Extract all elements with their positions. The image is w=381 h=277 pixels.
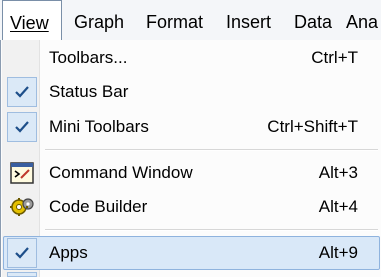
menu-format[interactable]: Format: [146, 0, 203, 40]
menu-item-command-window-label: Command Window: [49, 163, 193, 182]
menu-bar: View Graph Format Insert Data Ana: [0, 0, 381, 41]
view-dropdown-menu: Toolbars... Ctrl+T Status Bar Mini Toolb…: [0, 40, 381, 277]
checkmark-icon: [7, 272, 37, 277]
menu-item-apps-shortcut: Alt+9: [318, 243, 358, 262]
menu-graph[interactable]: Graph: [74, 0, 124, 40]
menu-item-mini-toolbars-shortcut: Ctrl+Shift+T: [267, 117, 358, 136]
menu-format-label: Format: [146, 12, 204, 32]
menu-separator: [45, 229, 378, 231]
menu-data-label: Data: [294, 12, 333, 32]
menu-item-code-builder-shortcut: Alt+4: [318, 197, 358, 216]
menu-item-command-window-shortcut: Alt+3: [318, 163, 358, 182]
menu-graph-label: Graph: [74, 12, 125, 32]
menu-item-status-bar-label: Status Bar: [49, 82, 129, 101]
code-builder-icon: [9, 195, 35, 219]
menu-item-mini-toolbars-label: Mini Toolbars: [49, 117, 149, 136]
menu-item-apps-label: Apps: [49, 243, 88, 262]
checkmark-icon: [7, 77, 37, 107]
menu-insert[interactable]: Insert: [226, 0, 271, 40]
menu-item-apps[interactable]: Apps Alt+9: [3, 236, 380, 270]
menu-item-partial[interactable]: [3, 272, 380, 277]
menu-analysis[interactable]: Ana: [346, 0, 378, 40]
menu-data[interactable]: Data: [294, 0, 332, 40]
menu-analysis-label: Ana: [346, 12, 379, 32]
menu-item-code-builder-label: Code Builder: [49, 197, 148, 216]
menu-view[interactable]: View: [2, 0, 62, 40]
menu-item-code-builder[interactable]: Code Builder Alt+4: [3, 190, 380, 224]
checkmark-icon: [7, 112, 37, 142]
menu-item-toolbars-label: Toolbars...: [49, 48, 128, 67]
menu-item-mini-toolbars[interactable]: Mini Toolbars Ctrl+Shift+T: [3, 110, 380, 144]
command-window-icon: [9, 161, 35, 185]
menu-item-toolbars[interactable]: Toolbars... Ctrl+T: [3, 41, 380, 75]
checkmark-icon: [7, 238, 37, 268]
menu-item-status-bar[interactable]: Status Bar: [3, 75, 380, 109]
menu-view-label: View: [10, 13, 49, 33]
menu-item-command-window[interactable]: Command Window Alt+3: [3, 156, 380, 190]
menu-insert-label: Insert: [226, 12, 272, 32]
menu-item-toolbars-shortcut: Ctrl+T: [311, 48, 358, 67]
menu-separator: [45, 149, 378, 151]
